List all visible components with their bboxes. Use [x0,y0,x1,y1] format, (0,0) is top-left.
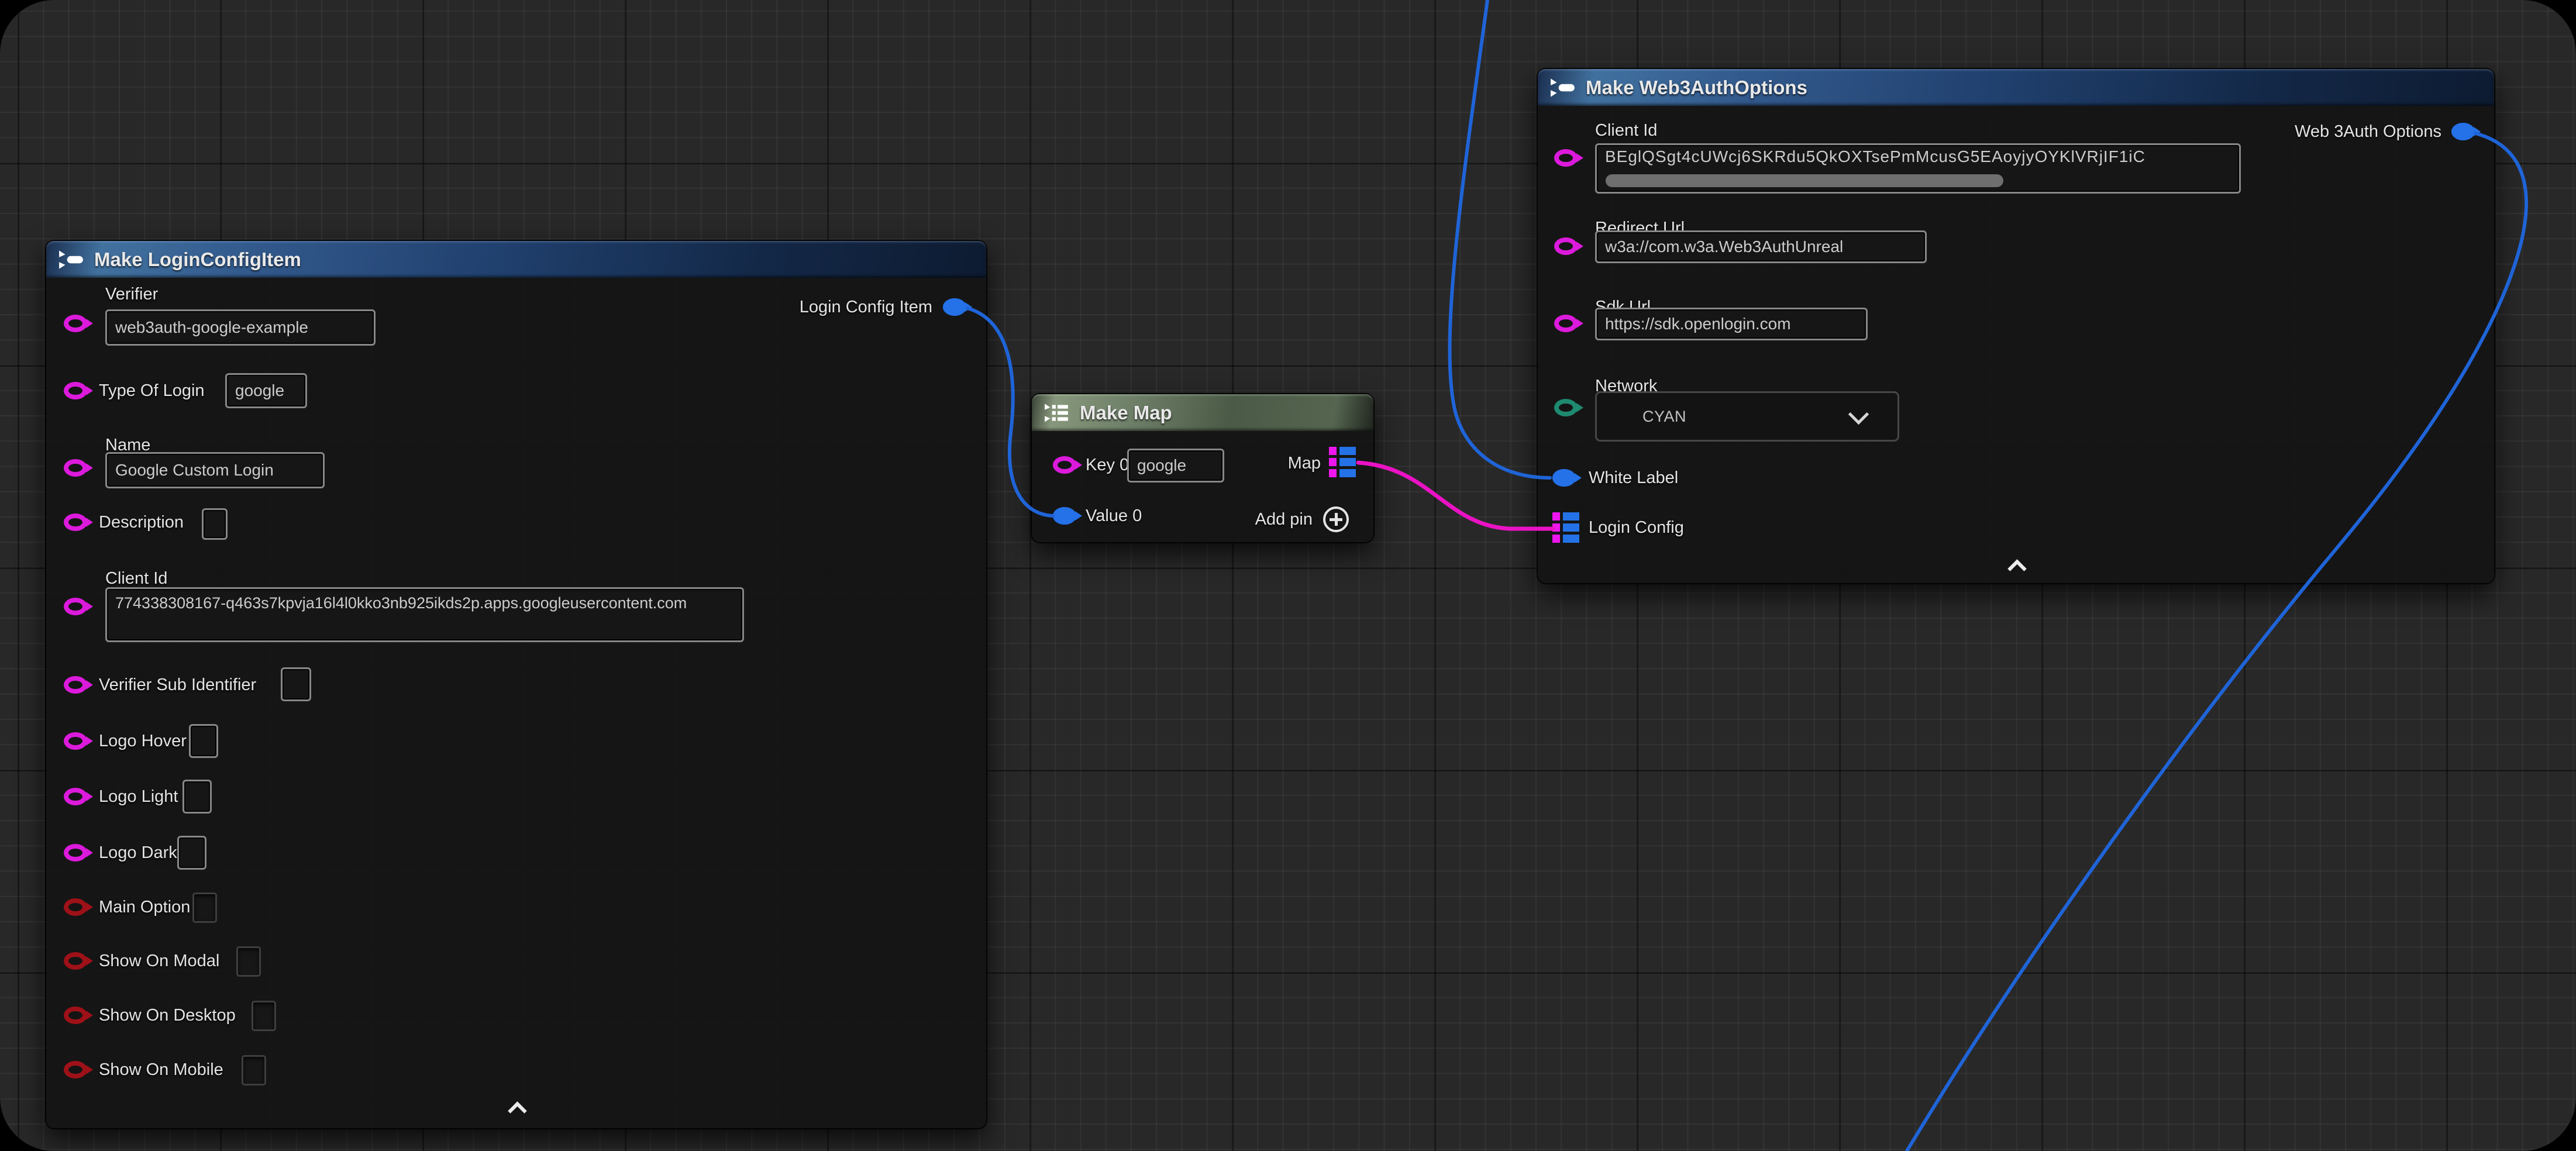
description-input[interactable] [202,508,228,540]
wire-map-to-loginconfig[interactable] [1358,463,1554,529]
field-label-show-on-desktop: Show On Desktop [99,1005,236,1025]
output-label-web3auth-options: Web 3Auth Options [2295,122,2441,142]
sdk-url-input[interactable]: https://sdk.openlogin.com [1595,308,1868,340]
output-pin-login-config-item[interactable] [943,298,966,316]
field-label-show-on-modal: Show On Modal [99,951,219,971]
input-pin-main-option[interactable] [64,898,87,916]
node-title: Make LoginConfigItem [94,249,301,271]
node-header-make-web3authoptions[interactable]: Make Web3AuthOptions [1538,69,2494,106]
wire-offscreen-to-whitelabel[interactable] [1450,0,1550,478]
client-id-text: BEglQSgt4cUWcj6SKRdu5QkOXTsePmMcusG5EAoy… [1605,147,2145,166]
node-header-make-map[interactable]: Make Map [1032,394,1373,431]
logo-light-input[interactable] [182,780,212,814]
input-pin-logo-hover[interactable] [64,732,87,750]
name-input[interactable]: Google Custom Login [105,452,325,488]
input-pin-name[interactable] [64,459,87,477]
field-label-description: Description [99,512,184,532]
blueprint-graph-canvas[interactable]: Make LoginConfigItem Login Config Item V… [0,0,2576,1151]
node-title: Make Map [1080,402,1172,424]
client-id-input[interactable]: 774338308167-q463s7kpvja16l4l0kko3nb925i… [105,587,744,642]
add-pin-icon[interactable] [1323,506,1349,532]
input-pin-verifier[interactable] [64,315,87,332]
input-pin-redirect-url[interactable] [1554,237,1578,255]
show-on-desktop-checkbox[interactable] [252,1001,276,1031]
type-of-login-input[interactable]: google [225,373,307,408]
node-title: Make Web3AuthOptions [1586,77,1807,99]
field-label-logo-hover: Logo Hover [99,731,187,751]
chevron-down-icon [1848,404,1869,425]
logo-dark-input[interactable] [177,836,206,870]
input-pin-verifier-sub-identifier[interactable] [64,676,87,694]
output-pin-map[interactable] [1329,447,1356,477]
input-pin-type-of-login[interactable] [64,382,87,399]
input-pin-network[interactable] [1554,399,1578,416]
output-pin-web3auth-options[interactable] [2451,123,2475,140]
redirect-url-input[interactable]: w3a://com.w3a.Web3AuthUnreal [1595,230,1927,263]
network-dropdown[interactable]: CYAN [1595,391,1899,442]
node-make-web3authoptions[interactable]: Make Web3AuthOptions Web 3Auth Options C… [1538,69,2494,583]
output-label-login-config-item: Login Config Item [800,297,932,317]
make-struct-icon [58,249,85,270]
field-label-key0: Key 0 [1086,455,1129,475]
input-pin-login-config[interactable] [1552,512,1579,543]
output-label-map: Map [1288,453,1321,473]
input-pin-show-on-desktop[interactable] [64,1007,87,1024]
node-make-loginconfigitem[interactable]: Make LoginConfigItem Login Config Item V… [46,241,986,1128]
input-pin-client-id[interactable] [64,598,87,615]
verifier-input[interactable]: web3auth-google-example [105,309,376,346]
key0-input[interactable]: google [1127,449,1224,483]
show-on-mobile-checkbox[interactable] [242,1055,266,1085]
field-label-show-on-mobile: Show On Mobile [99,1060,223,1080]
show-on-modal-checkbox[interactable] [236,946,261,977]
make-map-icon [1044,402,1070,423]
make-struct-icon [1549,77,1576,98]
input-pin-client-id[interactable] [1554,149,1578,167]
input-pin-description[interactable] [64,514,87,531]
field-label-main-option: Main Option [99,897,190,917]
field-label-logo-dark: Logo Dark [99,843,177,863]
node-header-make-loginconfigitem[interactable]: Make LoginConfigItem [46,241,986,278]
logo-hover-input[interactable] [189,724,218,758]
field-label-logo-light: Logo Light [99,787,178,807]
input-pin-white-label[interactable] [1552,469,1576,487]
field-label-type-of-login: Type Of Login [99,381,205,401]
input-pin-sdk-url[interactable] [1554,315,1578,332]
field-label-verifier: Verifier [105,284,158,304]
field-label-value0: Value 0 [1086,506,1142,526]
field-label-client-id: Client Id [1595,120,1657,140]
field-label-login-config: Login Config [1589,518,1684,537]
input-pin-value0[interactable] [1053,507,1076,525]
input-pin-show-on-mobile[interactable] [64,1061,87,1078]
main-option-checkbox[interactable] [192,892,217,923]
input-pin-logo-light[interactable] [64,788,87,805]
input-pin-show-on-modal[interactable] [64,952,87,970]
node-make-map[interactable]: Make Map Key 0 google Map Value 0 Add pi… [1032,394,1373,542]
client-id-hscrollbar[interactable] [1606,174,2003,187]
field-label-white-label: White Label [1589,468,1678,488]
collapse-arrow-icon[interactable] [2007,557,2028,571]
field-label-client-id: Client Id [105,568,167,588]
network-selected-value: CYAN [1642,408,1686,426]
add-pin-label[interactable]: Add pin [1255,509,1313,529]
input-pin-key0[interactable] [1053,456,1076,474]
collapse-arrow-icon[interactable] [507,1100,528,1114]
field-label-verifier-sub-identifier: Verifier Sub Identifier [99,675,256,695]
verifier-sub-identifier-input[interactable] [281,667,311,701]
input-pin-logo-dark[interactable] [64,844,87,861]
